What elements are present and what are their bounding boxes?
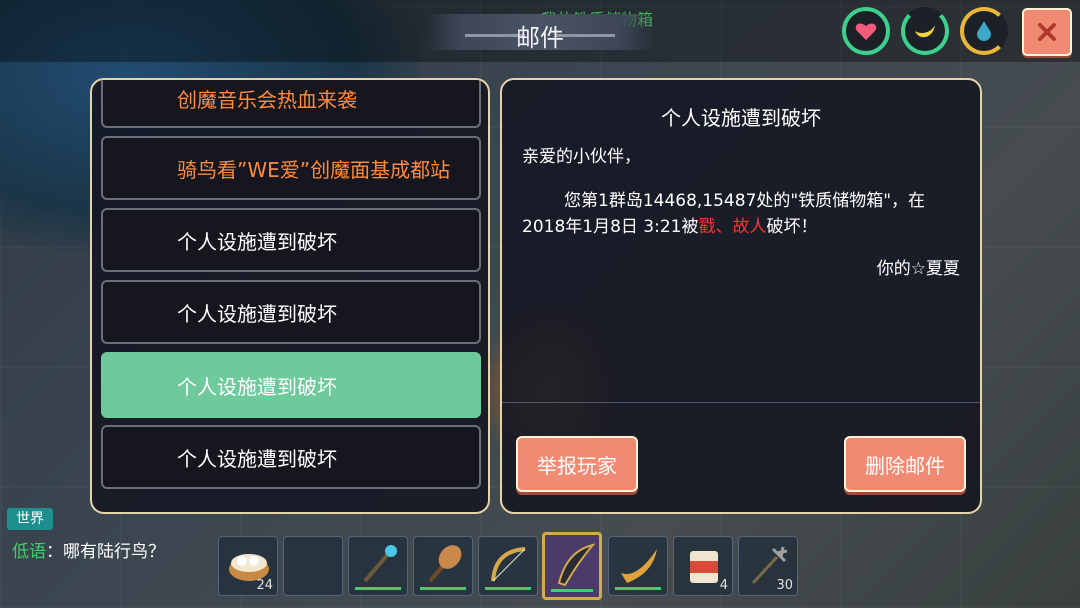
wooden-club-icon [428, 545, 462, 583]
golden-horn-icon [621, 549, 657, 583]
mail-item[interactable]: 骑鸟看”WE爱”创魔面基成都站 [101, 136, 481, 200]
chat-channel-tab[interactable]: 世界 [7, 508, 53, 530]
mail-item[interactable]: 个人设施遭到破坏 [101, 208, 481, 272]
durability-bar [355, 587, 401, 590]
mail-body-text-end: 破坏！ [766, 217, 818, 237]
hotbar-slot[interactable]: 30 [738, 536, 798, 596]
mail-item-title: 创魔音乐会热血来袭 [177, 87, 357, 112]
chat-message: 低语：哪有陆行鸟？ [12, 537, 165, 562]
bow-icon [491, 547, 526, 582]
mail-item-title: 个人设施遭到破坏 [177, 374, 337, 399]
durability-bar [420, 587, 466, 590]
hotbar-slot[interactable] [348, 536, 408, 596]
mail-body: 您第1群岛14468,15487处的"铁质储物箱"，在2018年1月8日 3:2… [522, 188, 962, 240]
mail-item[interactable]: 个人设施遭到破坏 [101, 425, 481, 489]
dark-blade-icon [557, 543, 596, 587]
mail-item-title: 骑鸟看”WE爱”创魔面基成都站 [177, 157, 451, 182]
chat-channel-label: 低语 [12, 542, 46, 562]
close-button[interactable] [1022, 8, 1072, 56]
blue-staff-icon [363, 545, 397, 583]
hotbar-slot[interactable] [478, 536, 538, 596]
heart-icon [855, 23, 877, 40]
close-icon [1038, 23, 1056, 41]
health-indicator[interactable] [842, 7, 890, 55]
hotbar-slot[interactable] [608, 536, 668, 596]
mail-item[interactable]: 创魔音乐会热血来袭 [101, 80, 481, 128]
mail-item-selected[interactable]: 个人设施遭到破坏 [101, 352, 481, 418]
delete-mail-button[interactable]: 删除邮件 [844, 436, 966, 492]
durability-bar [615, 587, 661, 590]
title-plate: 邮件 [425, 14, 655, 52]
mail-signature: 你的☆夏夏 [876, 259, 960, 279]
divider [502, 402, 980, 403]
item-count: 30 [776, 578, 793, 593]
mail-detail-panel: 个人设施遭到破坏 亲爱的小伙伴， 您第1群岛14468,15487处的"铁质储物… [500, 78, 982, 514]
mail-subject: 个人设施遭到破坏 [661, 106, 821, 130]
thirst-indicator[interactable] [960, 7, 1008, 55]
mail-list-panel[interactable]: 创魔音乐会热血来袭 骑鸟看”WE爱”创魔面基成都站 个人设施遭到破坏 个人设施遭… [90, 78, 490, 514]
durability-bar [485, 587, 531, 590]
top-bar: 我的铁质储物箱 邮件 [0, 0, 1080, 62]
mail-greeting: 亲爱的小伙伴， [522, 147, 641, 167]
dumpling-basket-icon [229, 554, 269, 581]
chat-message-text: 哪有陆行鸟？ [63, 542, 165, 562]
hotbar-slot[interactable] [413, 536, 473, 596]
attacker-names: 戳、故人 [698, 217, 767, 237]
banana-icon [915, 25, 935, 38]
item-count: 24 [256, 578, 273, 593]
hotbar-slot-selected[interactable] [542, 532, 602, 600]
durability-bar [551, 589, 593, 592]
water-drop-icon [977, 21, 991, 41]
mail-item-title: 个人设施遭到破坏 [177, 229, 337, 254]
hunger-indicator[interactable] [901, 7, 949, 55]
item-count: 4 [719, 578, 728, 593]
report-player-button[interactable]: 举报玩家 [516, 436, 638, 492]
hotbar-slot[interactable]: 4 [673, 536, 733, 596]
mail-item[interactable]: 个人设施遭到破坏 [101, 280, 481, 344]
mail-item-title: 个人设施遭到破坏 [177, 446, 337, 471]
hotbar-slot-empty[interactable] [283, 536, 343, 596]
hotbar-slot[interactable]: 24 [218, 536, 278, 596]
chat-separator: ： [46, 542, 63, 562]
mail-item-title: 个人设施遭到破坏 [177, 301, 337, 326]
page-title: 邮件 [516, 24, 564, 52]
